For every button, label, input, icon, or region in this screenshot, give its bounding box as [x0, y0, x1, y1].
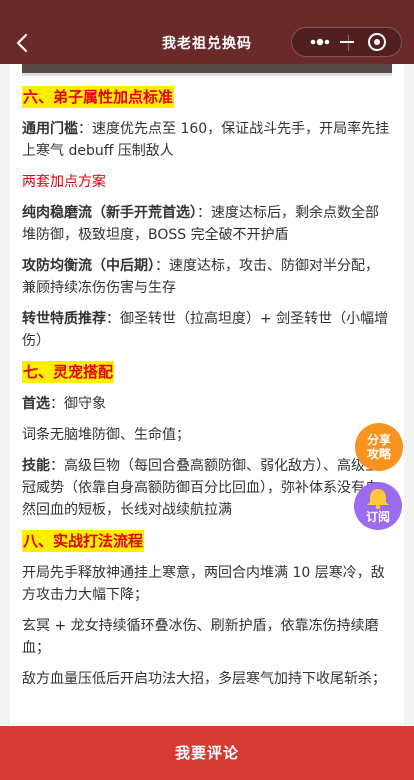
share-guide-button[interactable]: 分享 攻略: [355, 423, 403, 471]
plans-subtitle: 两套加点方案: [22, 174, 106, 190]
article-container: 六、弟子属性加点标准 通用门槛：速度优先点至 160，保证战斗先手，开局率先挂上…: [10, 64, 404, 726]
article-body: 六、弟子属性加点标准 通用门槛：速度优先点至 160，保证战斗先手，开局率先挂上…: [22, 86, 392, 699]
section-heading: 六、弟子属性加点标准: [22, 86, 175, 108]
bold-label: 技能: [22, 458, 50, 474]
subscribe-label: 订阅: [365, 510, 390, 524]
paragraph: 通用门槛：速度优先点至 160，保证战斗先手，开局率先挂上寒气 debuff 压…: [22, 118, 392, 162]
paragraph: 词条无脑堆防御、生命值；: [22, 427, 190, 443]
paragraph: 攻防均衡流（中后期）：速度达标，攻击、防御对半分配，兼顾持续冻伤伤害与生存: [22, 255, 392, 299]
paragraph-text: ：速度优先点至 160，保证战斗先手，开局率先挂上寒气 debuff 压制敌人: [22, 121, 390, 159]
section-8: 八、实战打法流程: [22, 530, 392, 553]
subscribe-button[interactable]: 订阅: [354, 482, 402, 530]
bold-label: 首选: [22, 396, 50, 412]
paragraph: 技能：高级巨物（每回合叠高额防御、弱化敌方）、高级宝冠威势（依靠自身高额防御百分…: [22, 455, 392, 521]
paragraph: 首选：御守象: [22, 393, 392, 415]
top-nav-bar: 我老祖兑换码: [0, 0, 414, 64]
paragraph: 纯肉稳磨流（新手开荒首选）：速度达标后，剩余点数全部堆防御，极致坦度，BOSS …: [22, 202, 392, 246]
article-image-bottom-edge: [22, 64, 392, 76]
comment-button[interactable]: 我要评论: [0, 726, 414, 780]
section-heading: 七、灵宠搭配: [22, 361, 115, 383]
section-7: 七、灵宠搭配: [22, 361, 392, 384]
paragraph-text: ：高级巨物（每回合叠高额防御、弱化敌方）、高级宝冠威势（依靠自身高额防御百分比回…: [22, 458, 379, 518]
close-target-icon: [319, 33, 386, 51]
bold-label: 通用门槛: [22, 121, 78, 137]
paragraph: 转世特质推荐：御圣转世（拉高坦度）+ 剑圣转世（小幅增伤）: [22, 308, 392, 352]
share-label-line2: 攻略: [366, 447, 391, 461]
share-label-line1: 分享: [366, 433, 391, 447]
bold-label: 纯肉稳磨流（新手开荒首选）: [22, 205, 197, 221]
close-button[interactable]: [319, 28, 403, 56]
bold-label: 转世特质推荐: [22, 311, 106, 327]
paragraph: 玄冥 + 龙女持续循环叠冰伤、刷新护盾，依靠冻伤持续磨血；: [22, 618, 379, 656]
bold-label: 攻防均衡流（中后期）: [22, 258, 155, 274]
section-heading: 八、实战打法流程: [22, 530, 145, 552]
minimize-icon[interactable]: [340, 41, 354, 43]
paragraph-text: ：御守象: [50, 396, 106, 412]
paragraph: 开局先手释放神通挂上寒意，两回合内堆满 10 层寒冷，敌方攻击力大幅下降；: [22, 565, 385, 603]
section-6: 六、弟子属性加点标准: [22, 86, 392, 109]
paragraph: 敌方血量压低后开启功法大招，多层寒气加持下收尾斩杀；: [22, 671, 386, 687]
